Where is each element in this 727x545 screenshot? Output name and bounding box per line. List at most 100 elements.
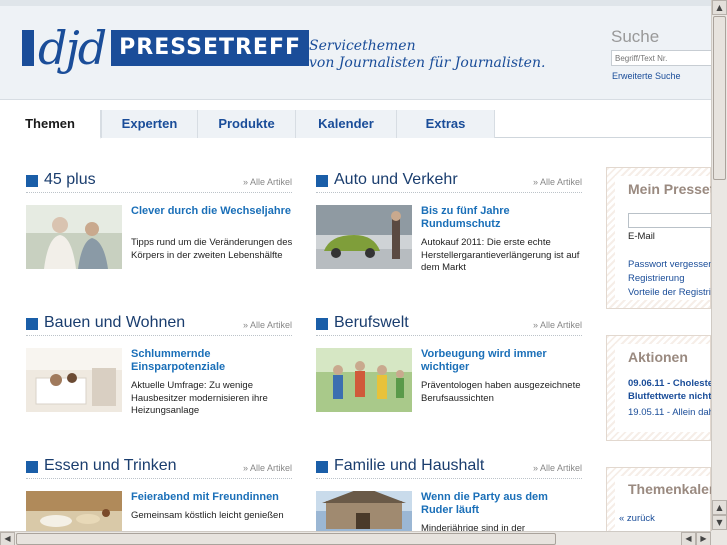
article-title[interactable]: Feierabend mit Freundinnen (131, 491, 291, 504)
all-articles-link[interactable]: » Alle Artikel (243, 463, 292, 473)
horizontal-scrollbar[interactable]: ◀ ◀ ▶ (0, 531, 711, 545)
themenkalender-box: Themenkalender « zurück (606, 467, 711, 531)
article-title[interactable]: Wenn die Party aus dem Ruder läuft (421, 491, 581, 517)
logo-pressetreff-text: PRESSETREFF (111, 30, 310, 66)
article-title[interactable]: Vorbeugung wird immer wichtiger (421, 348, 581, 374)
section-header: 45 plus » Alle Artikel (26, 171, 292, 193)
scroll-left-arrow-icon[interactable]: ◀ (0, 532, 15, 545)
scroll-left-arrow-icon-right[interactable]: ◀ (681, 532, 696, 545)
teaser-article: Wenn die Party aus dem Ruder läuft Minde… (316, 491, 582, 531)
scroll-up-arrow-icon-lower[interactable]: ▲ (712, 500, 727, 515)
section-title[interactable]: 45 plus (44, 171, 96, 189)
registration-link[interactable]: Registrierung (628, 273, 685, 284)
aktionen-title: Aktionen (628, 349, 688, 365)
site-header: djd PRESSETREFF Servicethemen von Journa… (0, 0, 711, 100)
article-thumbnail[interactable] (316, 491, 412, 531)
tab-experten[interactable]: Experten (101, 110, 198, 138)
password-forgotten-link[interactable]: Passwort vergessen? (628, 259, 711, 270)
all-articles-link[interactable]: » Alle Artikel (533, 320, 582, 330)
djd-logo[interactable]: djd PRESSETREFF (22, 21, 310, 75)
sidebar: Mein Pressetreff E-Mail Passwort vergess… (606, 167, 711, 531)
email-label: E-Mail (628, 231, 655, 242)
section-square-icon (316, 461, 328, 473)
section-title[interactable]: Familie und Haushalt (334, 457, 484, 475)
article-teaser: Autokauf 2011: Die erste echte Herstelle… (421, 237, 580, 273)
scrollbar-corner (711, 531, 727, 545)
article-teaser: Gemeinsam köstlich leicht genießen (131, 510, 284, 521)
search-heading: Suche (611, 27, 660, 46)
email-field[interactable] (628, 213, 711, 228)
section-45-plus: 45 plus » Alle Artikel Clever durch die … (26, 171, 292, 269)
section-header: Auto und Verkehr » Alle Artikel (316, 171, 582, 193)
section-square-icon (316, 175, 328, 187)
article-thumbnail[interactable] (26, 205, 122, 269)
logo-bar (22, 30, 34, 66)
tab-themen[interactable]: Themen (0, 110, 101, 139)
section-berufswelt: Berufswelt » Alle Artikel Vorbeugung wir… (316, 314, 582, 412)
teaser-article: Schlummernde Einsparpotenziale Aktuelle … (26, 348, 292, 416)
article-thumbnail[interactable] (316, 205, 412, 269)
section-title[interactable]: Bauen und Wohnen (44, 314, 185, 332)
aktion-item-bold-line2[interactable]: Blutfettwerte nicht (628, 390, 711, 403)
article-teaser: Präventologen haben ausgezeichnete Beruf… (421, 380, 581, 404)
back-link[interactable]: « zurück (619, 513, 655, 524)
teaser-article: Vorbeugung wird immer wichtiger Prävento… (316, 348, 582, 412)
article-teaser: Minderjährige sind in der (421, 523, 526, 531)
section-familie-und-haushalt: Familie und Haushalt » Alle Artikel Wenn… (316, 457, 582, 531)
article-thumbnail[interactable] (26, 348, 122, 412)
section-title[interactable]: Berufswelt (334, 314, 409, 332)
section-square-icon (26, 175, 38, 187)
section-title[interactable]: Auto und Verkehr (334, 171, 458, 189)
mein-pressetreff-box: Mein Pressetreff E-Mail Passwort vergess… (606, 167, 711, 309)
section-header: Berufswelt » Alle Artikel (316, 314, 582, 336)
all-articles-link[interactable]: » Alle Artikel (533, 177, 582, 187)
main-nav: Themen Experten Produkte Kalender Extras (0, 110, 711, 139)
search-input[interactable] (611, 50, 711, 66)
tagline: Servicethemen von Journalisten für Journ… (309, 38, 545, 72)
article-teaser: Tipps rund um die Veränderungen des Körp… (131, 237, 293, 261)
scroll-right-arrow-icon[interactable]: ▶ (696, 532, 711, 545)
section-square-icon (316, 318, 328, 330)
themenkalender-title: Themenkalender (628, 481, 711, 497)
browser-viewport: djd PRESSETREFF Servicethemen von Journa… (0, 0, 711, 531)
all-articles-link[interactable]: » Alle Artikel (243, 320, 292, 330)
section-square-icon (26, 318, 38, 330)
article-title[interactable]: Bis zu fünf Jahre Rundumschutz (421, 205, 581, 231)
tagline-line2: von Journalisten für Journalisten. (309, 55, 546, 71)
section-header: Bauen und Wohnen » Alle Artikel (26, 314, 292, 336)
section-square-icon (26, 461, 38, 473)
article-thumbnail[interactable] (316, 348, 412, 412)
all-articles-link[interactable]: » Alle Artikel (243, 177, 292, 187)
vertical-scroll-thumb[interactable] (713, 16, 726, 180)
article-teaser: Aktuelle Umfrage: Zu wenige Hausbesitzer… (131, 380, 268, 416)
scroll-down-arrow-icon[interactable]: ▼ (712, 515, 727, 530)
top-stripe (0, 0, 711, 6)
section-header: Essen und Trinken » Alle Artikel (26, 457, 292, 479)
article-title[interactable]: Schlummernde Einsparpotenziale (131, 348, 291, 374)
article-title[interactable]: Clever durch die Wechseljahre (131, 205, 291, 218)
tab-produkte[interactable]: Produkte (197, 110, 296, 138)
article-thumbnail[interactable] (26, 491, 122, 531)
teaser-article: Clever durch die Wechseljahre Tipps rund… (26, 205, 292, 269)
aktion-item[interactable]: 19.05.11 - Allein daheim (628, 407, 711, 418)
section-header: Familie und Haushalt » Alle Artikel (316, 457, 582, 479)
aktionen-box: Aktionen 09.06.11 - Cholesterin: Blutfet… (606, 335, 711, 441)
tab-extras[interactable]: Extras (396, 110, 495, 138)
logo-djd-text: djd (38, 21, 107, 75)
vertical-scrollbar[interactable]: ▲ ▲ ▼ (711, 0, 727, 531)
all-articles-link[interactable]: » Alle Artikel (533, 463, 582, 473)
section-title[interactable]: Essen und Trinken (44, 457, 177, 475)
section-essen-und-trinken: Essen und Trinken » Alle Artikel Feierab… (26, 457, 292, 531)
scroll-up-arrow-icon[interactable]: ▲ (712, 0, 727, 15)
mein-pressetreff-title: Mein Pressetreff (628, 181, 711, 197)
advanced-search-link[interactable]: Erweiterte Suche (612, 71, 681, 81)
section-bauen-und-wohnen: Bauen und Wohnen » Alle Artikel Schlumme… (26, 314, 292, 416)
teaser-article: Bis zu fünf Jahre Rundumschutz Autokauf … (316, 205, 582, 273)
aktion-item-bold-line1[interactable]: 09.06.11 - Cholesterin: (628, 377, 711, 390)
tagline-line1: Servicethemen (309, 38, 416, 54)
registration-benefits-link[interactable]: Vorteile der Registrierung (628, 287, 711, 298)
tab-kalender[interactable]: Kalender (295, 110, 397, 138)
horizontal-scroll-thumb[interactable] (16, 533, 556, 545)
section-auto-und-verkehr: Auto und Verkehr » Alle Artikel Bis zu f… (316, 171, 582, 273)
teaser-article: Feierabend mit Freundinnen Gemeinsam kös… (26, 491, 292, 531)
